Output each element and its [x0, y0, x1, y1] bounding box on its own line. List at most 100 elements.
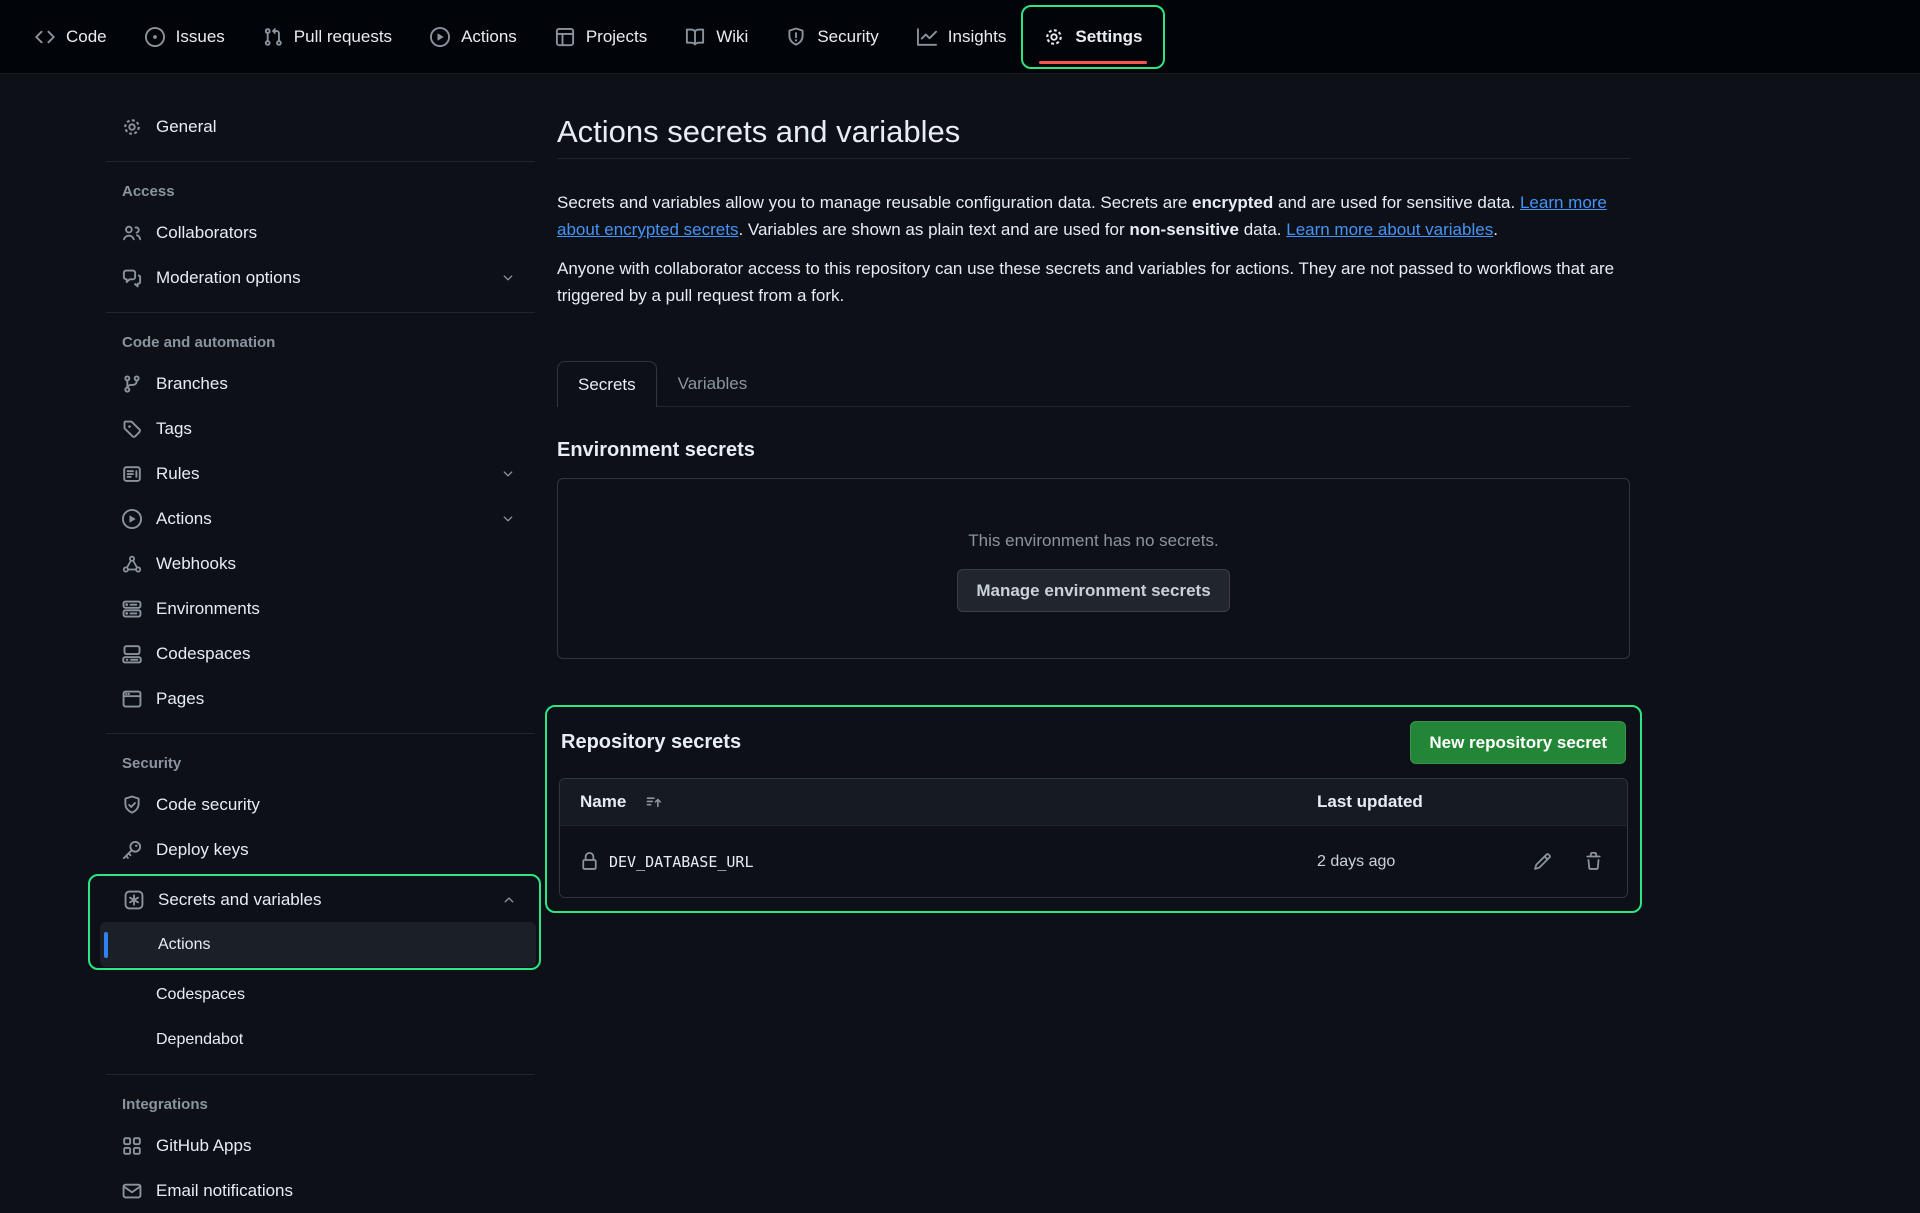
nav-tab-wiki[interactable]: Wiki: [666, 7, 767, 67]
sidebar-item-github-apps[interactable]: GitHub Apps: [98, 1123, 535, 1168]
repository-secrets-header: Repository secrets New repository secret: [561, 721, 1626, 764]
sidebar-item-pages[interactable]: Pages: [98, 676, 535, 721]
server-icon: [122, 599, 142, 619]
sidebar-item-branches[interactable]: Branches: [98, 361, 535, 406]
main-content: Actions secrets and variables Secrets an…: [557, 74, 1630, 913]
sidebar-item-rules[interactable]: Rules: [98, 451, 535, 496]
sidebar-item-label: Collaborators: [156, 223, 257, 243]
sidebar-item-label: Deploy keys: [156, 840, 249, 860]
sidebar-item-moderation-options[interactable]: Moderation options: [98, 255, 535, 300]
nav-tab-security[interactable]: Security: [767, 7, 897, 67]
tab-variables[interactable]: Variables: [657, 361, 769, 406]
apps-icon: [122, 1136, 142, 1156]
edit-secret-button[interactable]: [1533, 852, 1552, 871]
secret-last-updated: 2 days ago: [1317, 853, 1487, 871]
sidebar-section-integrations: Integrations: [98, 1087, 535, 1121]
secret-name-cell: DEV_DATABASE_URL: [580, 852, 1317, 871]
git-branch-icon: [122, 374, 142, 394]
issue-opened-icon: [145, 27, 165, 47]
sidebar-item-label: Codespaces: [156, 644, 251, 664]
delete-secret-button[interactable]: [1584, 852, 1603, 871]
sidebar-item-codespaces[interactable]: Codespaces: [98, 631, 535, 676]
nav-tab-code[interactable]: Code: [16, 7, 126, 67]
nav-tab-label: Security: [817, 27, 878, 47]
nav-tab-issues[interactable]: Issues: [126, 7, 244, 67]
last-updated-column-header: Last updated: [1317, 792, 1487, 812]
title-divider: [557, 158, 1630, 159]
environment-secrets-heading: Environment secrets: [557, 439, 1630, 462]
new-repository-secret-button[interactable]: New repository secret: [1410, 721, 1626, 764]
sidebar-section-security: Security: [98, 746, 535, 780]
manage-environment-secrets-button[interactable]: Manage environment secrets: [957, 569, 1229, 612]
sidebar-item-label: Tags: [156, 419, 192, 439]
sidebar-item-tags[interactable]: Tags: [98, 406, 535, 451]
book-icon: [685, 27, 705, 47]
sidebar-item-label: Secrets and variables: [158, 890, 321, 910]
sidebar-item-label: Codespaces: [156, 986, 245, 1004]
rules-icon: [122, 464, 142, 484]
secrets-variables-tabnav: Secrets Variables: [557, 361, 1630, 407]
sidebar-item-webhooks[interactable]: Webhooks: [98, 541, 535, 586]
sidebar-divider: [106, 312, 535, 313]
gear-icon: [1044, 27, 1064, 47]
sidebar-item-label: Webhooks: [156, 554, 236, 574]
emphasized-text: non-sensitive: [1129, 220, 1239, 239]
sidebar-item-dependabot[interactable]: Dependabot: [98, 1017, 535, 1062]
description-text: and are used for sensitive data.: [1273, 193, 1520, 212]
chevron-down-icon: [501, 467, 515, 481]
nav-tab-insights[interactable]: Insights: [898, 7, 1026, 67]
sidebar-item-code-security[interactable]: Code security: [98, 782, 535, 827]
settings-sidebar: General Access Collaborators Moderation opt…: [98, 74, 535, 1213]
nav-tab-label: Issues: [176, 27, 225, 47]
play-icon: [430, 27, 450, 47]
link-learn-more-about-variables[interactable]: Learn more about variables: [1286, 220, 1493, 239]
sidebar-item-label: Email notifications: [156, 1181, 293, 1201]
repository-secrets-heading: Repository secrets: [561, 731, 741, 754]
sidebar-item-general[interactable]: General: [98, 104, 535, 149]
sidebar-item-email-notifications[interactable]: Email notifications: [98, 1168, 535, 1213]
nav-tab-projects[interactable]: Projects: [536, 7, 666, 67]
sidebar-item-actions[interactable]: Actions: [100, 922, 536, 967]
nav-tab-pull-requests[interactable]: Pull requests: [244, 7, 411, 67]
secret-actions-cell: [1487, 852, 1607, 871]
repo-tab-nav: Code Issues Pull requests ActionsProjectsWi…: [0, 0, 1920, 74]
description-paragraph-1: Secrets and variables allow you to manag…: [557, 189, 1630, 243]
pencil-icon: [1533, 852, 1552, 871]
sort-ascending-icon: [645, 794, 662, 811]
sidebar-item-secrets-and-variables[interactable]: Secrets and variables: [100, 877, 536, 922]
sidebar-item-label: General: [156, 117, 216, 137]
nav-tab-settings[interactable]: Settings: [1025, 7, 1161, 67]
chevron-up-icon: [502, 893, 516, 907]
secrets-table-header: Name Last updated: [560, 779, 1627, 826]
git-pull-request-icon: [263, 27, 283, 47]
play-icon: [122, 509, 142, 529]
sidebar-item-codespaces[interactable]: Codespaces: [98, 972, 535, 1017]
page-layout: General Access Collaborators Moderation opt…: [0, 74, 1920, 1213]
sidebar-item-environments[interactable]: Environments: [98, 586, 535, 631]
comment-discussion-icon: [122, 268, 142, 288]
sidebar-divider: [106, 161, 535, 162]
sidebar-item-label: Dependabot: [156, 1031, 243, 1049]
secrets-table-body: DEV_DATABASE_URL2 days ago: [560, 826, 1627, 897]
nav-tab-label: Settings: [1075, 27, 1142, 47]
sidebar-item-label: Rules: [156, 464, 199, 484]
name-column-header[interactable]: Name: [580, 792, 1317, 812]
sidebar-item-deploy-keys[interactable]: Deploy keys: [98, 827, 535, 872]
description-text: Secrets and variables allow you to manag…: [557, 193, 1192, 212]
description-text: data.: [1239, 220, 1286, 239]
sidebar-item-actions[interactable]: Actions: [98, 496, 535, 541]
sidebar-section-access: Access: [98, 174, 535, 208]
nav-tab-actions[interactable]: Actions: [411, 7, 536, 67]
environment-secrets-box: This environment has no secrets. Manage …: [557, 478, 1630, 659]
sidebar-item-label: Actions: [158, 936, 210, 954]
mail-icon: [122, 1181, 142, 1201]
nav-tab-label: Pull requests: [294, 27, 392, 47]
sidebar-item-collaborators[interactable]: Collaborators: [98, 210, 535, 255]
annotation-repository-secrets: Repository secrets New repository secret…: [545, 705, 1642, 913]
sidebar-item-label: Moderation options: [156, 268, 301, 288]
tab-secrets[interactable]: Secrets: [557, 361, 657, 407]
browser-icon: [122, 689, 142, 709]
emphasized-text: encrypted: [1192, 193, 1273, 212]
annotation-secrets-and-variables: Secrets and variables Actions: [88, 874, 541, 970]
key-asterisk-icon: [124, 890, 144, 910]
